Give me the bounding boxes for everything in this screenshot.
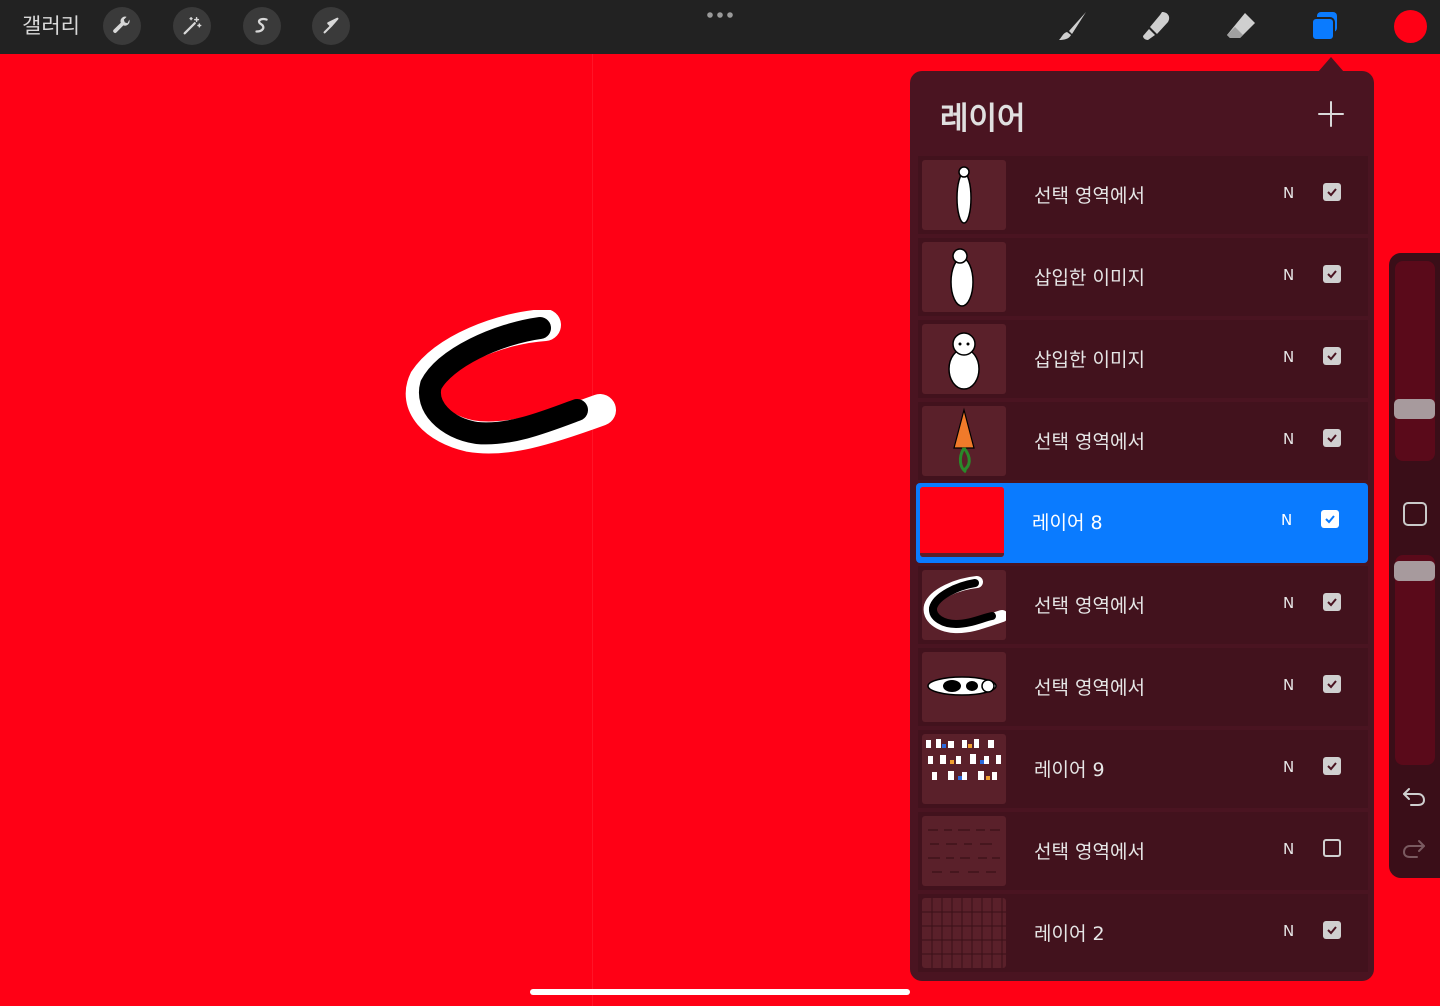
blend-mode-button[interactable]: N [1283,430,1294,448]
layer-thumbnail [922,570,1006,640]
layer-name: 선택 영역에서 [1034,431,1145,453]
visibility-checkbox[interactable] [1323,347,1341,365]
visibility-checkbox[interactable] [1323,839,1341,857]
layer-row[interactable]: 선택 영역에서 N [918,402,1368,480]
blend-mode-button[interactable]: N [1283,594,1294,612]
visibility-checkbox[interactable] [1323,429,1341,447]
visibility-checkbox[interactable] [1323,265,1341,283]
visibility-checkbox[interactable] [1321,510,1339,528]
layer-thumbnail [922,242,1006,312]
layer-thumbnail [922,734,1006,804]
layer-name: 레이어 9 [1034,759,1105,781]
layer-name: 레이어 8 [1032,512,1103,534]
layer-row[interactable]: 선택 영역에서 N [918,812,1368,890]
blend-mode-button[interactable]: N [1283,840,1294,858]
layers-icon[interactable] [1308,9,1342,43]
blend-mode-button[interactable]: N [1283,348,1294,366]
gallery-button[interactable]: 갤러리 [22,10,80,40]
layer-name: 삽입한 이미지 [1034,267,1145,289]
eraser-icon[interactable] [1224,9,1258,43]
redo-icon[interactable] [1401,835,1427,861]
blend-mode-button[interactable]: N [1283,922,1294,940]
right-sidebar [1389,253,1440,878]
layer-name: 레이어 2 [1034,923,1105,945]
blend-mode-button[interactable]: N [1283,758,1294,776]
selection-s-icon[interactable] [243,7,281,45]
brush-size-slider[interactable] [1395,261,1435,461]
layer-thumbnail [922,898,1006,968]
add-layer-plus-icon[interactable] [1316,99,1346,129]
visibility-checkbox[interactable] [1323,593,1341,611]
color-picker-button[interactable] [1394,10,1427,43]
layer-thumbnail [922,160,1006,230]
canvas-guide-line [592,54,593,1006]
transform-arrow-icon[interactable] [312,7,350,45]
layer-thumbnail [922,652,1006,722]
opacity-slider[interactable] [1395,555,1435,765]
layer-row[interactable]: 선택 영역에서 N [918,648,1368,726]
top-toolbar: 갤러리 [0,0,1440,54]
visibility-checkbox[interactable] [1323,675,1341,693]
visibility-checkbox[interactable] [1323,183,1341,201]
canvas-brush-stroke [405,310,616,454]
layers-panel: 레이어 선택 영역에서 N 삽입한 이미지 N 삽입한 이미지 N 선택 영역에… [910,71,1374,981]
smudge-icon[interactable] [1140,9,1174,43]
layer-thumbnail [920,487,1004,557]
visibility-checkbox[interactable] [1323,757,1341,775]
layer-name: 선택 영역에서 [1034,677,1145,699]
visibility-checkbox[interactable] [1323,921,1341,939]
blend-mode-button[interactable]: N [1283,266,1294,284]
blend-mode-button[interactable]: N [1283,184,1294,202]
magic-wand-icon[interactable] [173,7,211,45]
layer-row[interactable]: 선택 영역에서 N [918,566,1368,644]
layer-row[interactable]: 레이어 9 N [918,730,1368,808]
layer-name: 선택 영역에서 [1034,595,1145,617]
layer-row[interactable]: 삽입한 이미지 N [918,238,1368,316]
layer-name: 선택 영역에서 [1034,185,1145,207]
layer-name: 선택 영역에서 [1034,841,1145,863]
wrench-icon[interactable] [103,7,141,45]
layer-row[interactable]: 선택 영역에서 N [918,156,1368,234]
layer-row-selected[interactable]: 레이어 8 N [916,483,1368,563]
brush-icon[interactable] [1056,9,1090,43]
layer-name: 삽입한 이미지 [1034,349,1145,371]
more-options-icon[interactable] [706,10,734,20]
blend-mode-button[interactable]: N [1281,511,1292,529]
layer-thumbnail [922,324,1006,394]
panel-title: 레이어 [940,101,1026,137]
layer-row[interactable]: 삽입한 이미지 N [918,320,1368,398]
opacity-slider-thumb[interactable] [1394,561,1435,581]
layer-thumbnail [922,406,1006,476]
modifier-square-icon[interactable] [1403,502,1427,526]
blend-mode-button[interactable]: N [1283,676,1294,694]
panel-pointer [1318,57,1344,72]
home-indicator [530,989,910,995]
layer-thumbnail [922,816,1006,886]
brush-size-slider-thumb[interactable] [1394,399,1435,419]
undo-icon[interactable] [1401,783,1427,809]
layer-row[interactable]: 레이어 2 N [918,894,1368,972]
